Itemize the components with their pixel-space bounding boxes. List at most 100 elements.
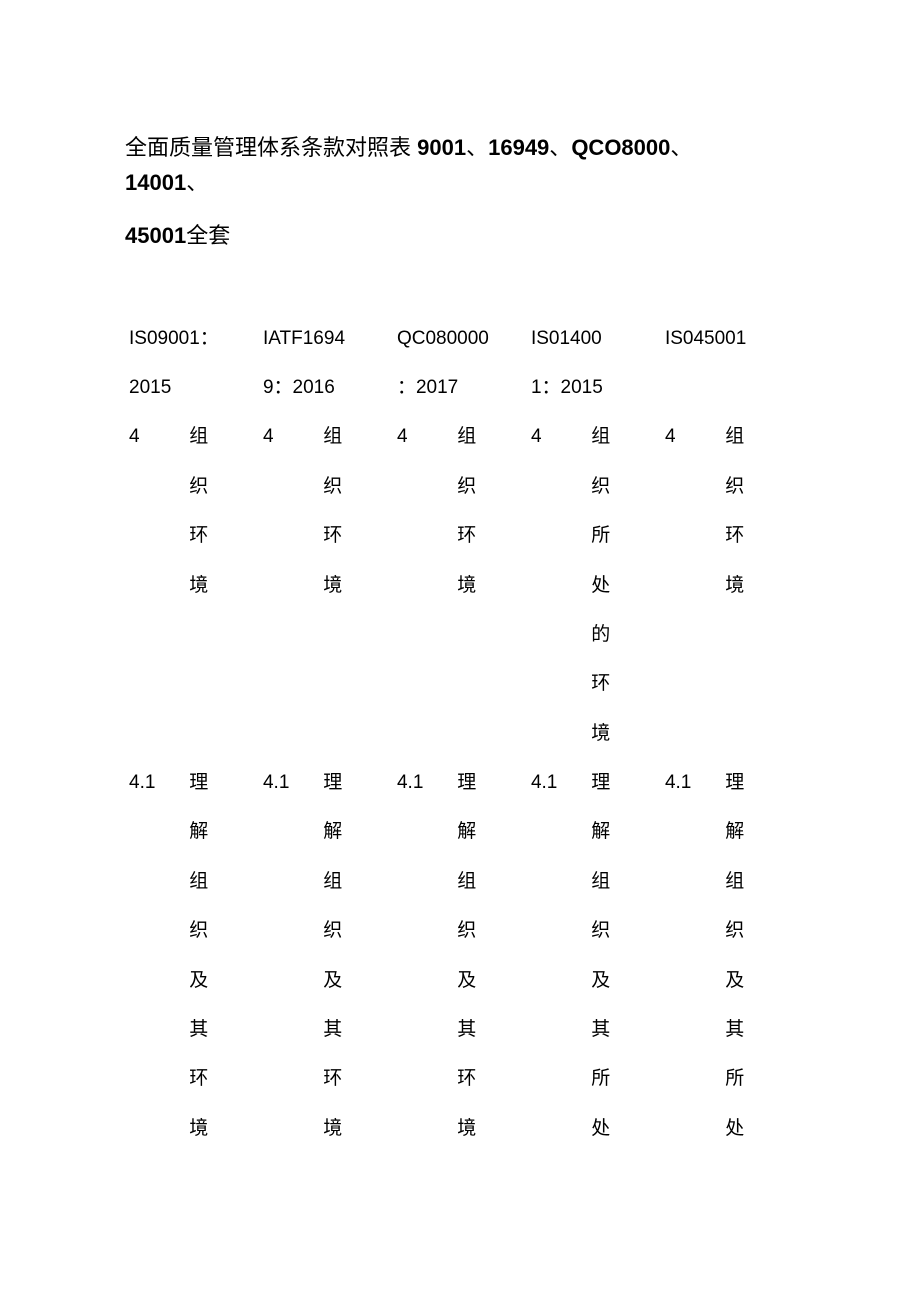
clause-num: 4.1	[393, 758, 453, 1153]
title-sep-1: 、	[466, 135, 488, 160]
vertical-char: 其	[591, 1005, 657, 1054]
standard-head-5a: IS045001	[661, 314, 795, 363]
vertical-char: 处	[591, 1104, 657, 1153]
vertical-char: 织	[591, 906, 657, 955]
vertical-char: 组	[189, 857, 255, 906]
vertical-char: 境	[725, 561, 791, 610]
standard-head-3a: QC080000	[393, 314, 527, 363]
clause-text: 理解组织及其环境	[185, 758, 259, 1153]
subtitle-bold: 45001	[125, 223, 186, 248]
clause-text: 组织环境	[721, 412, 795, 758]
clause-text: 组织环境	[319, 412, 393, 758]
clause-num: 4	[393, 412, 453, 758]
vertical-char: 理	[189, 758, 255, 807]
vertical-char: 环	[725, 511, 791, 560]
vertical-char: 环	[323, 511, 389, 560]
vertical-char: 其	[323, 1005, 389, 1054]
vertical-char: 境	[189, 1104, 255, 1153]
clause-text: 理解组织及其环境	[319, 758, 393, 1153]
standard-head-1a: IS09001：	[125, 314, 259, 363]
standard-head-2b: 9：2016	[259, 363, 393, 412]
vertical-char: 织	[725, 906, 791, 955]
standards-header-row-1: IS09001： IATF1694 QC080000 IS01400 IS045…	[125, 314, 795, 363]
vertical-char: 解	[457, 807, 523, 856]
vertical-char: 织	[725, 462, 791, 511]
vertical-char: 组	[725, 857, 791, 906]
vertical-char: 环	[189, 1054, 255, 1103]
title-sep-3: 、	[670, 135, 692, 160]
title-sep-4: 、	[186, 170, 208, 195]
title-prefix: 全面质量管理体系条款对照表	[125, 135, 411, 160]
vertical-char: 组	[323, 857, 389, 906]
vertical-char: 理	[457, 758, 523, 807]
vertical-char: 组	[323, 412, 389, 461]
document-page: 全面质量管理体系条款对照表 9001、16949、QCO8000、 14001、…	[0, 0, 920, 1301]
vertical-char: 及	[323, 956, 389, 1005]
title-bold-1: 9001	[417, 135, 466, 160]
table-row: 4 组织环境 4 组织环境 4 组织环境 4 组织所处的环境 4 组织环境	[125, 412, 795, 758]
vertical-char: 组	[725, 412, 791, 461]
clause-num: 4	[125, 412, 185, 758]
vertical-char: 组	[457, 412, 523, 461]
vertical-char: 所	[725, 1054, 791, 1103]
clause-num: 4.1	[527, 758, 587, 1153]
vertical-char: 织	[457, 462, 523, 511]
vertical-char: 织	[457, 906, 523, 955]
clause-num: 4	[527, 412, 587, 758]
vertical-char: 解	[591, 807, 657, 856]
comparison-table: IS09001： IATF1694 QC080000 IS01400 IS045…	[125, 314, 795, 1154]
vertical-char: 组	[189, 412, 255, 461]
vertical-char: 境	[591, 709, 657, 758]
vertical-char: 理	[591, 758, 657, 807]
standard-head-3b: ：2017	[393, 363, 527, 412]
standard-head-5b	[661, 363, 795, 412]
vertical-char: 所	[591, 1054, 657, 1103]
vertical-char: 及	[591, 956, 657, 1005]
clause-text: 组织所处的环境	[587, 412, 661, 758]
vertical-char: 处	[725, 1104, 791, 1153]
doc-title: 全面质量管理体系条款对照表 9001、16949、QCO8000、 14001、	[125, 130, 795, 200]
subtitle-rest: 全套	[186, 223, 230, 248]
vertical-char: 及	[189, 956, 255, 1005]
vertical-char: 及	[725, 956, 791, 1005]
clause-text: 理解组织及其所处	[721, 758, 795, 1153]
vertical-char: 处	[591, 561, 657, 610]
standard-head-4b: 1：2015	[527, 363, 661, 412]
vertical-char: 其	[189, 1005, 255, 1054]
table-row: 4.1 理解组织及其环境 4.1 理解组织及其环境 4.1 理解组织及其环境 4…	[125, 758, 795, 1153]
vertical-char: 境	[457, 561, 523, 610]
vertical-char: 理	[725, 758, 791, 807]
vertical-char: 其	[457, 1005, 523, 1054]
title-bold-3: QCO8000	[571, 135, 670, 160]
clause-num: 4.1	[259, 758, 319, 1153]
vertical-char: 境	[189, 561, 255, 610]
vertical-char: 组	[457, 857, 523, 906]
vertical-char: 织	[591, 462, 657, 511]
vertical-char: 所	[591, 511, 657, 560]
clause-text: 理解组织及其环境	[453, 758, 527, 1153]
vertical-char: 解	[189, 807, 255, 856]
vertical-char: 理	[323, 758, 389, 807]
vertical-char: 环	[189, 511, 255, 560]
standard-head-4a: IS01400	[527, 314, 661, 363]
clause-text: 组织环境	[185, 412, 259, 758]
vertical-char: 环	[591, 659, 657, 708]
vertical-char: 环	[323, 1054, 389, 1103]
vertical-char: 的	[591, 610, 657, 659]
clause-num: 4	[661, 412, 721, 758]
clause-num: 4	[259, 412, 319, 758]
vertical-char: 织	[189, 906, 255, 955]
standards-header-row-2: 2015 9：2016 ：2017 1：2015	[125, 363, 795, 412]
vertical-char: 组	[591, 857, 657, 906]
standard-head-2a: IATF1694	[259, 314, 393, 363]
standard-head-1b: 2015	[125, 363, 259, 412]
vertical-char: 及	[457, 956, 523, 1005]
clause-text: 理解组织及其所处	[587, 758, 661, 1153]
title-sep-2: 、	[549, 135, 571, 160]
vertical-char: 境	[457, 1104, 523, 1153]
vertical-char: 境	[323, 1104, 389, 1153]
doc-subtitle: 45001全套	[125, 218, 795, 253]
clause-num: 4.1	[125, 758, 185, 1153]
vertical-char: 织	[323, 906, 389, 955]
vertical-char: 解	[725, 807, 791, 856]
